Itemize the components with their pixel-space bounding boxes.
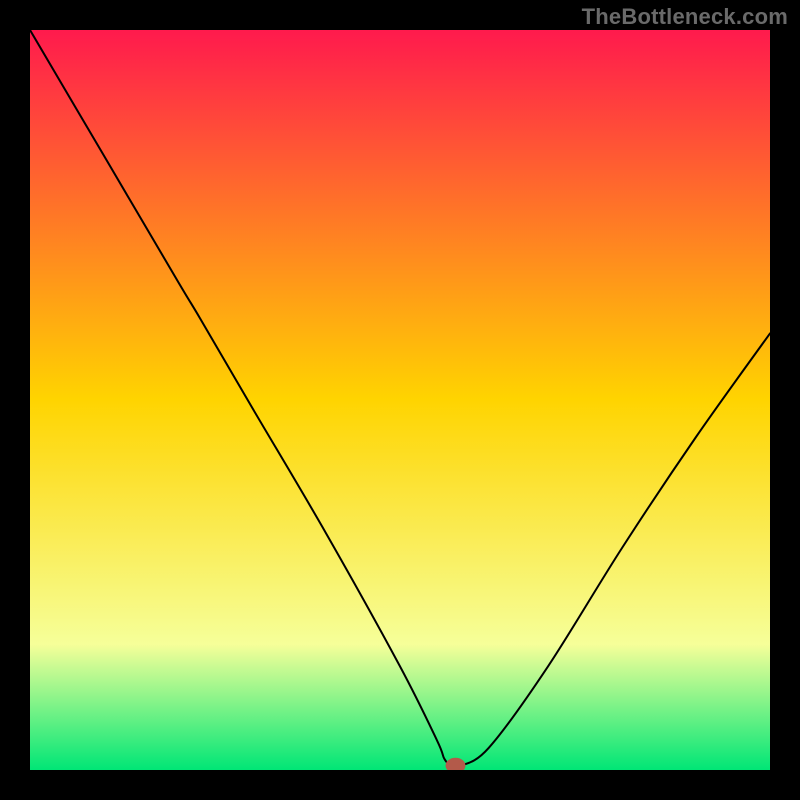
watermark-text: TheBottleneck.com [582,4,788,30]
chart-frame: { "watermark": "TheBottleneck.com", "col… [0,0,800,800]
heat-background [30,30,770,770]
minimum-marker [446,758,465,770]
bottleneck-chart [30,30,770,770]
